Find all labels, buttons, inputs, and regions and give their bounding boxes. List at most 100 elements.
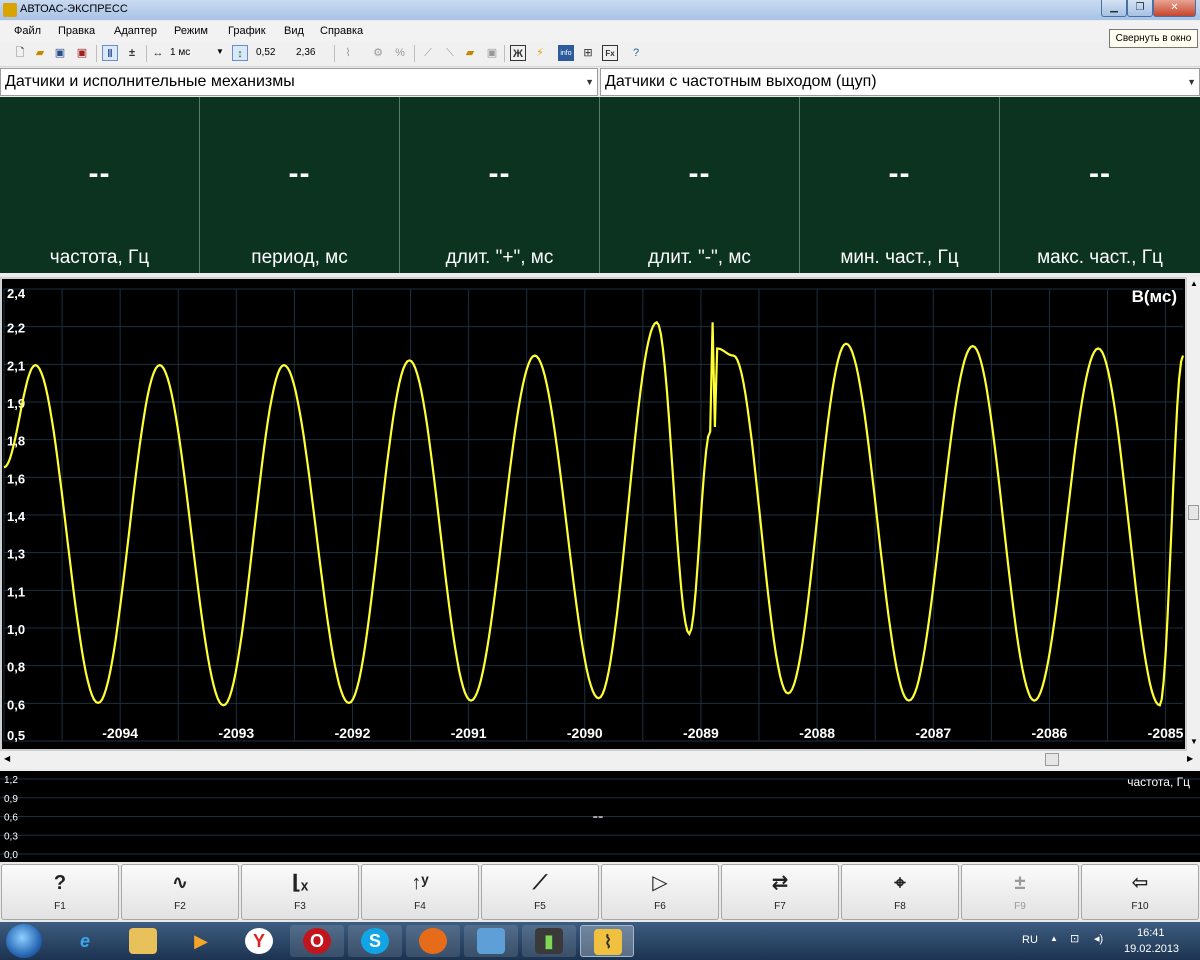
meter-value: -- [888,157,911,190]
vertical-scrollbar[interactable]: ▲ ▼ [1187,277,1200,751]
taskbar-firefox[interactable] [406,925,460,957]
taskbar-media[interactable]: ▶ [174,925,228,957]
connector-icon[interactable]: ⊞ [580,45,596,61]
toolbar-separator [414,45,415,62]
help-icon[interactable]: ? [628,45,644,61]
save-icon[interactable]: ▣ [52,45,68,61]
folder-icon[interactable]: ▰ [462,45,478,61]
frequency-chart-svg[interactable]: 1,2 0,9 0,6 0,3 0,0 частота, Гц -- [0,771,1200,862]
meter-frequency: -- частота, Гц [0,97,200,273]
menu-help[interactable]: Справка [320,25,363,37]
spark-icon[interactable]: ⚡ [532,45,548,61]
open-folder-icon[interactable]: ▰ [32,45,48,61]
horizontal-scrollbar[interactable]: ◀ ▶ [0,751,1200,769]
language-indicator[interactable]: RU [1022,934,1038,946]
f3-x-scale-button[interactable]: ⌊ₓ F3 [241,864,359,920]
scroll-right-icon[interactable]: ▶ [1187,754,1193,763]
y-tick-label: 1,1 [7,584,25,599]
network-icon[interactable]: ⊡ [1070,932,1079,945]
window-title: АВТОАС-ЭКСПРЕСС [20,3,128,15]
f7-swap-button[interactable]: ⇄ F7 [721,864,839,920]
pulse-icon[interactable]: ⌇ [340,45,356,61]
title-bar: АВТОАС-ЭКСПРЕСС ▁ ❐ ✕ [0,0,1200,20]
y-tick-label: 1,3 [7,547,25,562]
taskbar-skype[interactable]: S [348,925,402,957]
x-tick-label: -2090 [567,725,603,741]
meter-label: период, мс [251,247,348,268]
y-tick-label: 0,5 [7,728,25,743]
chevron-down-icon[interactable]: ▼ [216,47,224,56]
menu-file[interactable]: Файл [14,25,41,37]
close-button[interactable]: ✕ [1153,0,1196,17]
chevron-down-icon[interactable]: ▼ [585,69,594,95]
save-disk-icon[interactable]: ▣ [484,45,500,61]
chevron-down-icon[interactable]: ▼ [1187,69,1196,95]
menu-edit[interactable]: Правка [58,25,95,37]
percent-icon[interactable]: % [392,45,408,61]
minimize-button[interactable]: ▁ [1101,0,1127,17]
frequency-chart[interactable]: 1,2 0,9 0,6 0,3 0,0 частота, Гц -- [0,771,1200,862]
y-tick-label: 0,6 [7,697,25,712]
f9-polarity-button[interactable]: ± F9 [961,864,1079,920]
scroll-thumb[interactable] [1045,753,1059,766]
taskbar-avtoas[interactable]: ⌇ [580,925,634,957]
probe-icon: ⟋ [533,872,547,894]
volume-icon[interactable]: ◂) [1094,932,1103,945]
f1-help-button[interactable]: ? F1 [1,864,119,920]
menu-view[interactable]: Вид [284,25,304,37]
start-button[interactable] [6,924,42,958]
menu-mode[interactable]: Режим [174,25,208,37]
save-as-icon[interactable]: ▣ [74,45,90,61]
meter-value: -- [688,157,711,190]
firefox-icon [419,928,447,954]
f4-y-scale-button[interactable]: ↑ʸ F4 [361,864,479,920]
ie-icon: e [79,931,90,951]
scroll-thumb[interactable] [1188,505,1199,520]
f5-probe-button[interactable]: ⟋ F5 [481,864,599,920]
sensor-type-select[interactable]: Датчики с частотным выходом (щуп) ▼ [600,68,1200,96]
tray-expand-icon[interactable]: ▲ [1050,934,1058,943]
scroll-down-icon[interactable]: ▼ [1190,737,1198,746]
sensor-type-value: Датчики с частотным выходом (щуп) [605,73,877,90]
y-tick-label: 1,2 [4,775,18,786]
f8-cursor-button[interactable]: ⌖ F8 [841,864,959,920]
taskbar-opera[interactable]: O [290,925,344,957]
zero-level-icon[interactable]: ± [124,45,140,61]
taskbar-yandex[interactable]: Y [232,925,286,957]
voltage-chart[interactable]: 2,4 2,2 2,1 1,9 1,8 1,6 1,4 1,3 1,1 1,0 0,8 0,6 0,5-… [0,277,1187,751]
cursor-measure-icon[interactable]: ↕ [232,45,248,61]
y-tick-label: 2,1 [7,358,25,373]
info-icon[interactable]: info [558,45,574,61]
f6-play-button[interactable]: ▷ F6 [601,864,719,920]
f2-signal-button[interactable]: ∿ F2 [121,864,239,920]
clock-time[interactable]: 16:41 [1137,927,1165,939]
scroll-up-icon[interactable]: ▲ [1190,279,1198,288]
cursor-b-value: 2,36 [296,47,316,58]
new-file-icon[interactable]: 🗋 [12,45,28,61]
meter-min-frequency: -- мин. част., Гц [800,97,1000,273]
menu-graph[interactable]: График [228,25,266,37]
swap-arrows-icon: ⇄ [771,872,789,894]
taskbar-picture-viewer[interactable] [464,925,518,957]
ignition-icon[interactable]: Ж [510,45,526,61]
menu-adapter[interactable]: Адаптер [114,25,157,37]
taskbar-explorer[interactable] [116,925,170,957]
function-icon[interactable]: Fx [602,45,618,61]
sensor-group-select[interactable]: Датчики и исполнительные механизмы ▼ [0,68,598,96]
voltage-chart-svg[interactable]: 2,42,22,11,91,81,61,41,31,11,00,80,60,5-… [2,279,1185,749]
pause-icon[interactable]: ‖ [102,45,118,61]
meter-label: мин. част., Гц [840,247,959,268]
rise-icon[interactable]: ⟋ [420,45,436,61]
timebase-value[interactable]: 1 мс [170,47,190,58]
taskbar-diagnostic-app[interactable]: ▮ [522,925,576,957]
clock-date[interactable]: 19.02.2013 [1124,943,1179,955]
fall-icon[interactable]: ⟍ [442,45,458,61]
taskbar-ie[interactable]: e [58,925,112,957]
meter-value: -- [88,157,111,190]
y-tick-label: 0,8 [7,660,25,675]
f10-exit-button[interactable]: ⇦ F10 [1081,864,1199,920]
scroll-left-icon[interactable]: ◀ [4,754,10,763]
meter-label: длит. "-", мс [648,247,751,268]
maximize-button[interactable]: ❐ [1127,0,1153,17]
gear-icon[interactable]: ⚙ [370,45,386,61]
